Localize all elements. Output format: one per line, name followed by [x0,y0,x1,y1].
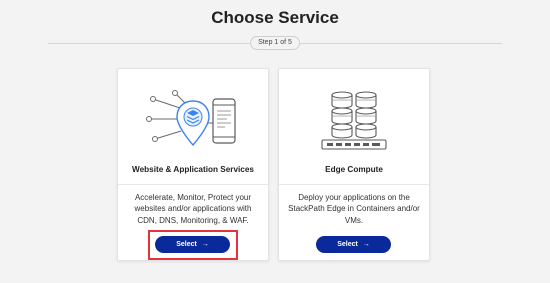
server-stack-icon [279,87,429,153]
card-title: Website & Application Services [132,165,254,174]
page-title: Choose Service [211,8,339,27]
card-description: Deploy your applications on the StackPat… [288,193,420,225]
arrow-right-icon: → [201,241,209,248]
card-divider [118,184,268,185]
card-header: Website & Application Services [118,69,268,184]
select-button-label: Select [176,241,197,248]
arrow-right-icon: → [362,241,370,248]
service-card-edge-compute[interactable]: Edge Compute Deploy your applications on… [278,68,430,261]
website-application-icon [118,87,268,153]
card-title: Edge Compute [325,165,383,174]
card-divider [279,184,429,185]
step-indicator: Step 1 of 5 [48,36,502,50]
card-header: Edge Compute [279,69,429,184]
service-card-website-application[interactable]: Website & Application Services Accelerat… [117,68,269,261]
card-description: Accelerate, Monitor, Protect your websit… [134,193,252,225]
step-badge: Step 1 of 5 [250,36,300,50]
select-button-edge-compute[interactable]: Select → [316,236,391,253]
select-button-website-application[interactable]: Select → [155,236,230,253]
select-button-label: Select [337,241,358,248]
